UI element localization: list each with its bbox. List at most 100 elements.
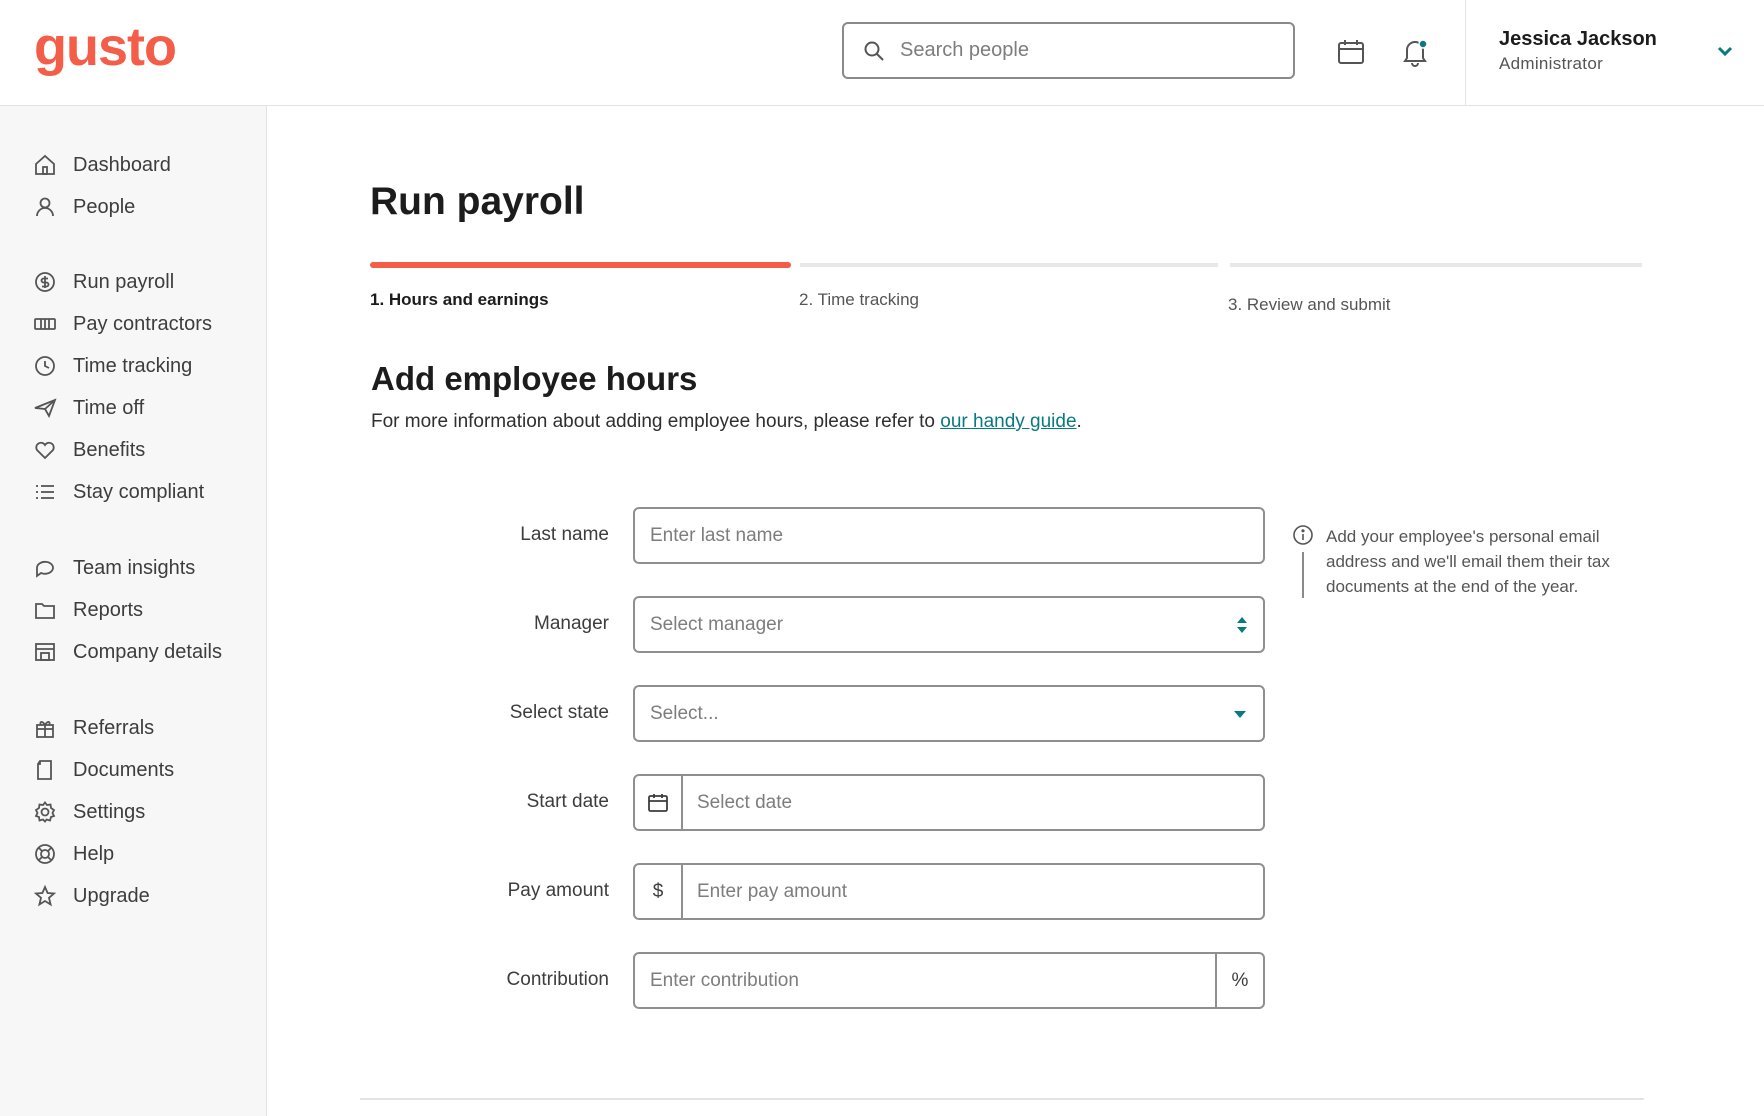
person-icon: [36, 197, 54, 217]
sidebar-item-team-insights[interactable]: Team insights: [0, 548, 266, 588]
folder-icon: [35, 603, 55, 619]
sidebar-item-label: Documents: [73, 758, 175, 781]
step-hours-and-earnings[interactable]: 1. Hours and earnings: [370, 290, 549, 310]
contribution-field[interactable]: %: [633, 952, 1265, 1009]
page-title: Run payroll: [370, 180, 585, 223]
sidebar-item-settings[interactable]: Settings: [0, 792, 266, 832]
top-bar: gusto Jessica Jackson Administrator: [0, 0, 1764, 106]
sidebar-item-label: Settings: [73, 800, 146, 823]
sidebar-item-documents[interactable]: Documents: [0, 750, 266, 790]
sidebar-item-benefits[interactable]: Benefits: [0, 430, 266, 470]
gift-icon: [36, 721, 54, 738]
dollar-circle-icon: [35, 272, 55, 292]
clock-icon: [35, 356, 55, 376]
document-icon: [37, 760, 52, 780]
user-role: Administrator: [1499, 54, 1604, 73]
state-select-value: Select...: [650, 702, 719, 724]
chat-bubble-icon: [36, 560, 54, 578]
calendar-icon: [648, 793, 668, 812]
sidebar-item-reports[interactable]: Reports: [0, 590, 266, 630]
calendar-icon[interactable]: [1335, 36, 1367, 68]
chevron-down-icon[interactable]: [1714, 40, 1736, 62]
sidebar-item-label: Referrals: [73, 716, 155, 739]
caret-down-icon: [1234, 710, 1246, 718]
sidebar-item-label: Help: [73, 842, 115, 865]
plane-icon: [34, 398, 57, 419]
star-icon: [33, 884, 57, 907]
sidebar-item-label: Run payroll: [73, 270, 175, 293]
sidebar-item-time-tracking[interactable]: Time tracking: [0, 346, 266, 386]
store-icon: [35, 643, 55, 661]
step-time-tracking[interactable]: 2. Time tracking: [799, 290, 919, 310]
sidebar-item-label: Benefits: [73, 438, 146, 461]
sidebar-item-label: Time off: [73, 396, 145, 419]
sidebar-item-run-payroll[interactable]: Run payroll: [0, 262, 266, 302]
pay-amount-label: Pay amount: [507, 880, 609, 901]
step-progress-3: [1230, 263, 1642, 267]
last-name-field[interactable]: [633, 507, 1265, 564]
sidebar-item-people[interactable]: People: [0, 187, 266, 227]
list-icon: [36, 485, 54, 499]
heart-icon: [35, 441, 55, 460]
start-date-input[interactable]: [697, 791, 1237, 814]
sidebar-item-time-off[interactable]: Time off: [0, 388, 266, 428]
manager-select[interactable]: Select manager: [633, 596, 1265, 653]
search-input[interactable]: [900, 39, 1260, 62]
start-date-field[interactable]: [633, 774, 1265, 831]
sort-arrows-icon: [1237, 616, 1247, 633]
last-name-label: Last name: [520, 524, 609, 545]
info-icon: [1293, 525, 1313, 545]
gear-icon: [34, 801, 56, 823]
notification-bell-icon[interactable]: [1399, 36, 1431, 68]
sidebar-item-stay-compliant[interactable]: Stay compliant: [0, 472, 266, 512]
state-label: Select state: [509, 702, 609, 723]
section-description: For more information about adding employ…: [371, 411, 1082, 433]
hint-text: Add your employee's personal email addre…: [1326, 527, 1610, 596]
search-box[interactable]: [842, 22, 1295, 79]
search-icon: [864, 41, 884, 61]
sidebar-item-dashboard[interactable]: Dashboard: [0, 145, 266, 185]
currency-prefix: $: [635, 865, 683, 918]
percent-suffix: %: [1215, 954, 1263, 1007]
last-name-input[interactable]: [650, 524, 1240, 547]
sidebar-item-label: Reports: [73, 598, 144, 621]
user-name: Jessica Jackson: [1499, 28, 1657, 50]
sidebar-item-pay-contractors[interactable]: Pay contractors: [0, 304, 266, 344]
pay-amount-field[interactable]: $: [633, 863, 1265, 920]
lifebuoy-icon: [35, 844, 55, 864]
sidebar-item-label: People: [73, 195, 136, 218]
step-progress-1: [370, 262, 791, 268]
hint-divider: [1302, 552, 1304, 598]
step-progress-2: [800, 263, 1218, 267]
pay-amount-input[interactable]: [697, 880, 1237, 903]
sidebar-item-label: Dashboard: [73, 153, 171, 176]
sidebar-item-upgrade[interactable]: Upgrade: [0, 876, 266, 916]
sidebar-item-company-details[interactable]: Company details: [0, 632, 266, 672]
manager-select-value: Select manager: [650, 613, 784, 635]
date-picker-button[interactable]: [635, 776, 683, 829]
sidebar-item-label: Time tracking: [73, 354, 193, 377]
start-date-label: Start date: [526, 791, 609, 812]
section-divider: [360, 1098, 1644, 1100]
step-review-and-submit[interactable]: 3. Review and submit: [1228, 295, 1391, 315]
contribution-input[interactable]: [650, 969, 1190, 992]
sidebar-item-label: Stay compliant: [73, 480, 205, 503]
contribution-label: Contribution: [506, 969, 609, 990]
sidebar-item-label: Company details: [73, 640, 222, 663]
sidebar: Dashboard People Run payroll Pay contrac…: [0, 106, 267, 1116]
section-description-text: For more information about adding employ…: [371, 411, 941, 432]
section-description-end: .: [1076, 411, 1082, 432]
user-menu[interactable]: Jessica Jackson Administrator: [1465, 0, 1764, 106]
gusto-logo[interactable]: gusto: [34, 16, 177, 78]
sidebar-item-referrals[interactable]: Referrals: [0, 708, 266, 748]
home-icon: [35, 154, 55, 175]
handy-guide-link[interactable]: our handy guide: [940, 411, 1076, 432]
sidebar-item-label: Pay contractors: [73, 312, 212, 335]
sidebar-item-label: Upgrade: [73, 884, 150, 907]
sidebar-item-help[interactable]: Help: [0, 834, 266, 874]
state-select[interactable]: Select...: [633, 685, 1265, 742]
money-bill-icon: [34, 318, 56, 330]
section-title: Add employee hours: [371, 360, 698, 397]
sidebar-item-label: Team insights: [73, 556, 196, 579]
manager-label: Manager: [534, 613, 609, 634]
